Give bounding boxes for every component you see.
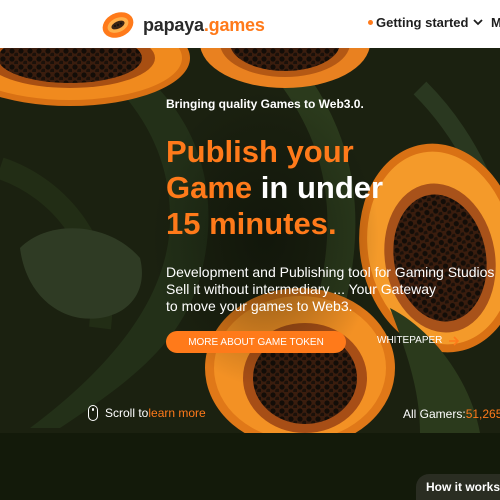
papaya-logo-icon [102,12,134,38]
logo-text-main: papaya [143,14,204,35]
headline-part: 15 minutes. [166,206,337,241]
hero-description: Development and Publishing tool for Gami… [166,264,500,315]
headline-part: in under [252,170,384,205]
description-line: Development and Publishing tool for Gami… [166,264,495,280]
nav-getting-started[interactable]: Getting started [368,15,484,30]
hero-tagline: Bringing quality Games to Web3.0. [166,97,364,111]
description-line: Sell it without intermediary ... Your Ga… [166,281,437,297]
headline-line-1: Publish your [166,134,383,170]
gamers-label: All Gamers: [403,407,466,421]
whitepaper-link[interactable]: WHITEPAPER [377,335,460,346]
headline-line-3: 15 minutes. [166,206,383,242]
logo[interactable]: papaya.games [101,9,265,41]
learn-more-link[interactable]: learn more [148,406,205,420]
headline-part: Game [166,170,253,205]
logo-text-suffix: .games [203,14,265,35]
nav-getting-started-label: Getting started [376,15,469,30]
logo-text: papaya.games [143,15,265,36]
headline-line-2: Game in under [166,170,383,206]
nav-more-item[interactable]: M [491,15,500,30]
site-header: papaya.games Getting started M [0,0,500,48]
arrow-right-icon [449,335,460,346]
scroll-prefix: Scroll to [105,406,149,420]
whitepaper-label: WHITEPAPER [377,335,443,346]
headline-part: Publish your [166,134,354,169]
hero-headline: Publish your Game in under 15 minutes. [166,134,383,242]
chevron-down-icon [473,19,484,26]
more-about-game-token-button[interactable]: MORE ABOUT GAME TOKEN [166,331,346,353]
mouse-icon [88,405,98,421]
description-line: to move your games to Web3. [166,298,353,314]
gamers-count: 51,265 [465,407,500,421]
how-it-works-tab[interactable]: How it works [416,474,500,500]
dot-icon [368,20,373,25]
gamers-counter: All Gamers:51,265 [403,407,500,421]
scroll-hint: Scroll to learn more [88,405,206,421]
